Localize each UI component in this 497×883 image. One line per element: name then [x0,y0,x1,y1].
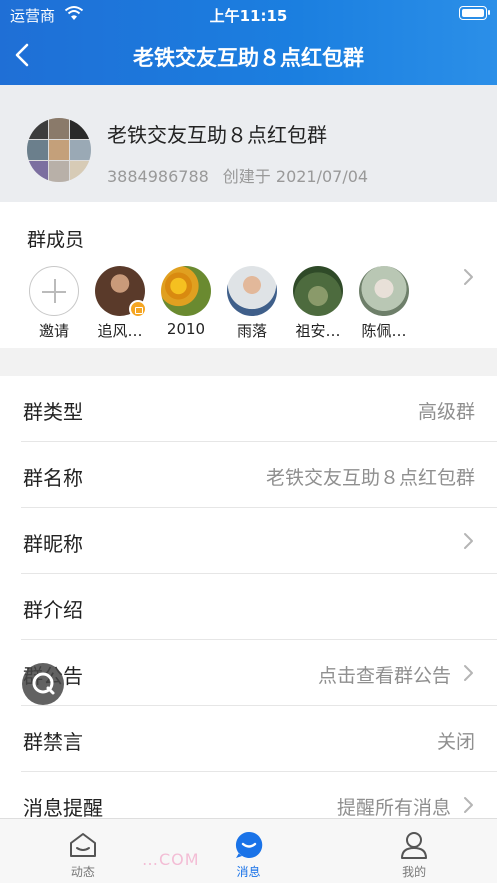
member-item[interactable]: 祖安… [285,266,351,341]
member-name: 追风… [97,322,143,340]
owner-badge-icon [129,300,147,318]
status-bar: 运营商 上午11:15 [0,0,497,28]
group-id: 3884986788 [107,167,209,186]
floating-assistant-button[interactable] [22,663,64,705]
message-icon [235,831,262,858]
row-label: 群昵称 [23,532,83,556]
member-item[interactable]: 雨落 [219,266,285,341]
avatar [293,266,343,316]
members-section: 群成员 邀请 追风… 2010 雨落 祖安… 陈佩… [0,202,497,348]
clock: 上午11:15 [209,7,288,25]
member-item[interactable]: 2010 [153,266,219,341]
member-name: 祖安… [295,322,341,340]
tab-bar: 动态 消息 我的 [0,818,497,883]
member-name: 2010 [166,320,206,338]
row-value: 点击查看群公告 [317,665,451,687]
member-item[interactable]: 陈佩… [351,266,417,341]
row-label: 群类型 [23,400,83,424]
chevron-right-icon [464,797,473,813]
avatar [161,266,211,316]
row-message-alert[interactable]: 消息提醒 提醒所有消息 [21,772,497,818]
group-header[interactable]: 老铁交友互助８点红包群 3884986788 创建于 2021/07/04 [0,85,497,202]
profile-icon [401,832,428,859]
row-label: 群介绍 [23,598,83,622]
row-group-notice[interactable]: 群公告 点击查看群公告 [21,640,497,706]
avatar [95,266,147,318]
home-icon [69,833,96,857]
row-label: 消息提醒 [23,796,103,818]
avatar [227,266,277,316]
row-value: 提醒所有消息 [336,797,451,818]
settings-list: 群类型 高级群 群名称 老铁交友互助８点红包群 群昵称 群介绍 群公告 点击查看… [0,376,497,818]
top-bar: 运营商 上午11:15 老铁交友互助８点红包群 [0,0,497,85]
chevron-right-icon [464,533,473,549]
nav-bar: 老铁交友互助８点红包群 [0,28,497,85]
member-name: 陈佩… [361,322,407,340]
assistant-icon [32,672,55,695]
tab-feed[interactable]: 动态 [0,819,166,883]
tab-label: 动态 [70,865,95,879]
page-title: 老铁交友互助８点红包群 [133,46,364,70]
member-name: 邀请 [38,322,69,340]
group-name: 老铁交友互助８点红包群 [107,123,327,147]
row-group-name[interactable]: 群名称 老铁交友互助８点红包群 [21,442,497,508]
members-heading: 群成员 [27,229,85,251]
invite-button[interactable]: 邀请 [21,266,87,341]
add-icon [29,266,79,316]
watermark: …COM [142,850,200,869]
row-value: 老铁交友互助８点红包群 [265,467,475,489]
tab-label: 我的 [402,865,427,879]
tab-label: 消息 [236,865,261,879]
member-item[interactable]: 追风… [87,266,153,341]
group-meta: 3884986788 创建于 2021/07/04 [107,163,368,187]
group-avatar [27,118,91,182]
battery-icon [459,6,490,20]
row-label: 群禁言 [23,730,83,754]
row-group-nickname[interactable]: 群昵称 [21,508,497,574]
tab-profile[interactable]: 我的 [331,819,497,883]
row-group-mute[interactable]: 群禁言 关闭 [21,706,497,772]
members-row: 邀请 追风… 2010 雨落 祖安… 陈佩… [21,266,417,341]
row-label: 群名称 [23,466,83,490]
row-value: 关闭 [436,731,475,753]
row-group-intro[interactable]: 群介绍 [21,574,497,640]
chevron-right-icon[interactable] [463,268,475,286]
member-name: 雨落 [236,322,267,340]
row-value: 高级群 [417,401,475,423]
avatar [359,266,409,316]
group-created-date: 创建于 2021/07/04 [222,167,369,186]
row-group-type[interactable]: 群类型 高级群 [21,376,497,442]
chevron-right-icon [464,665,473,681]
